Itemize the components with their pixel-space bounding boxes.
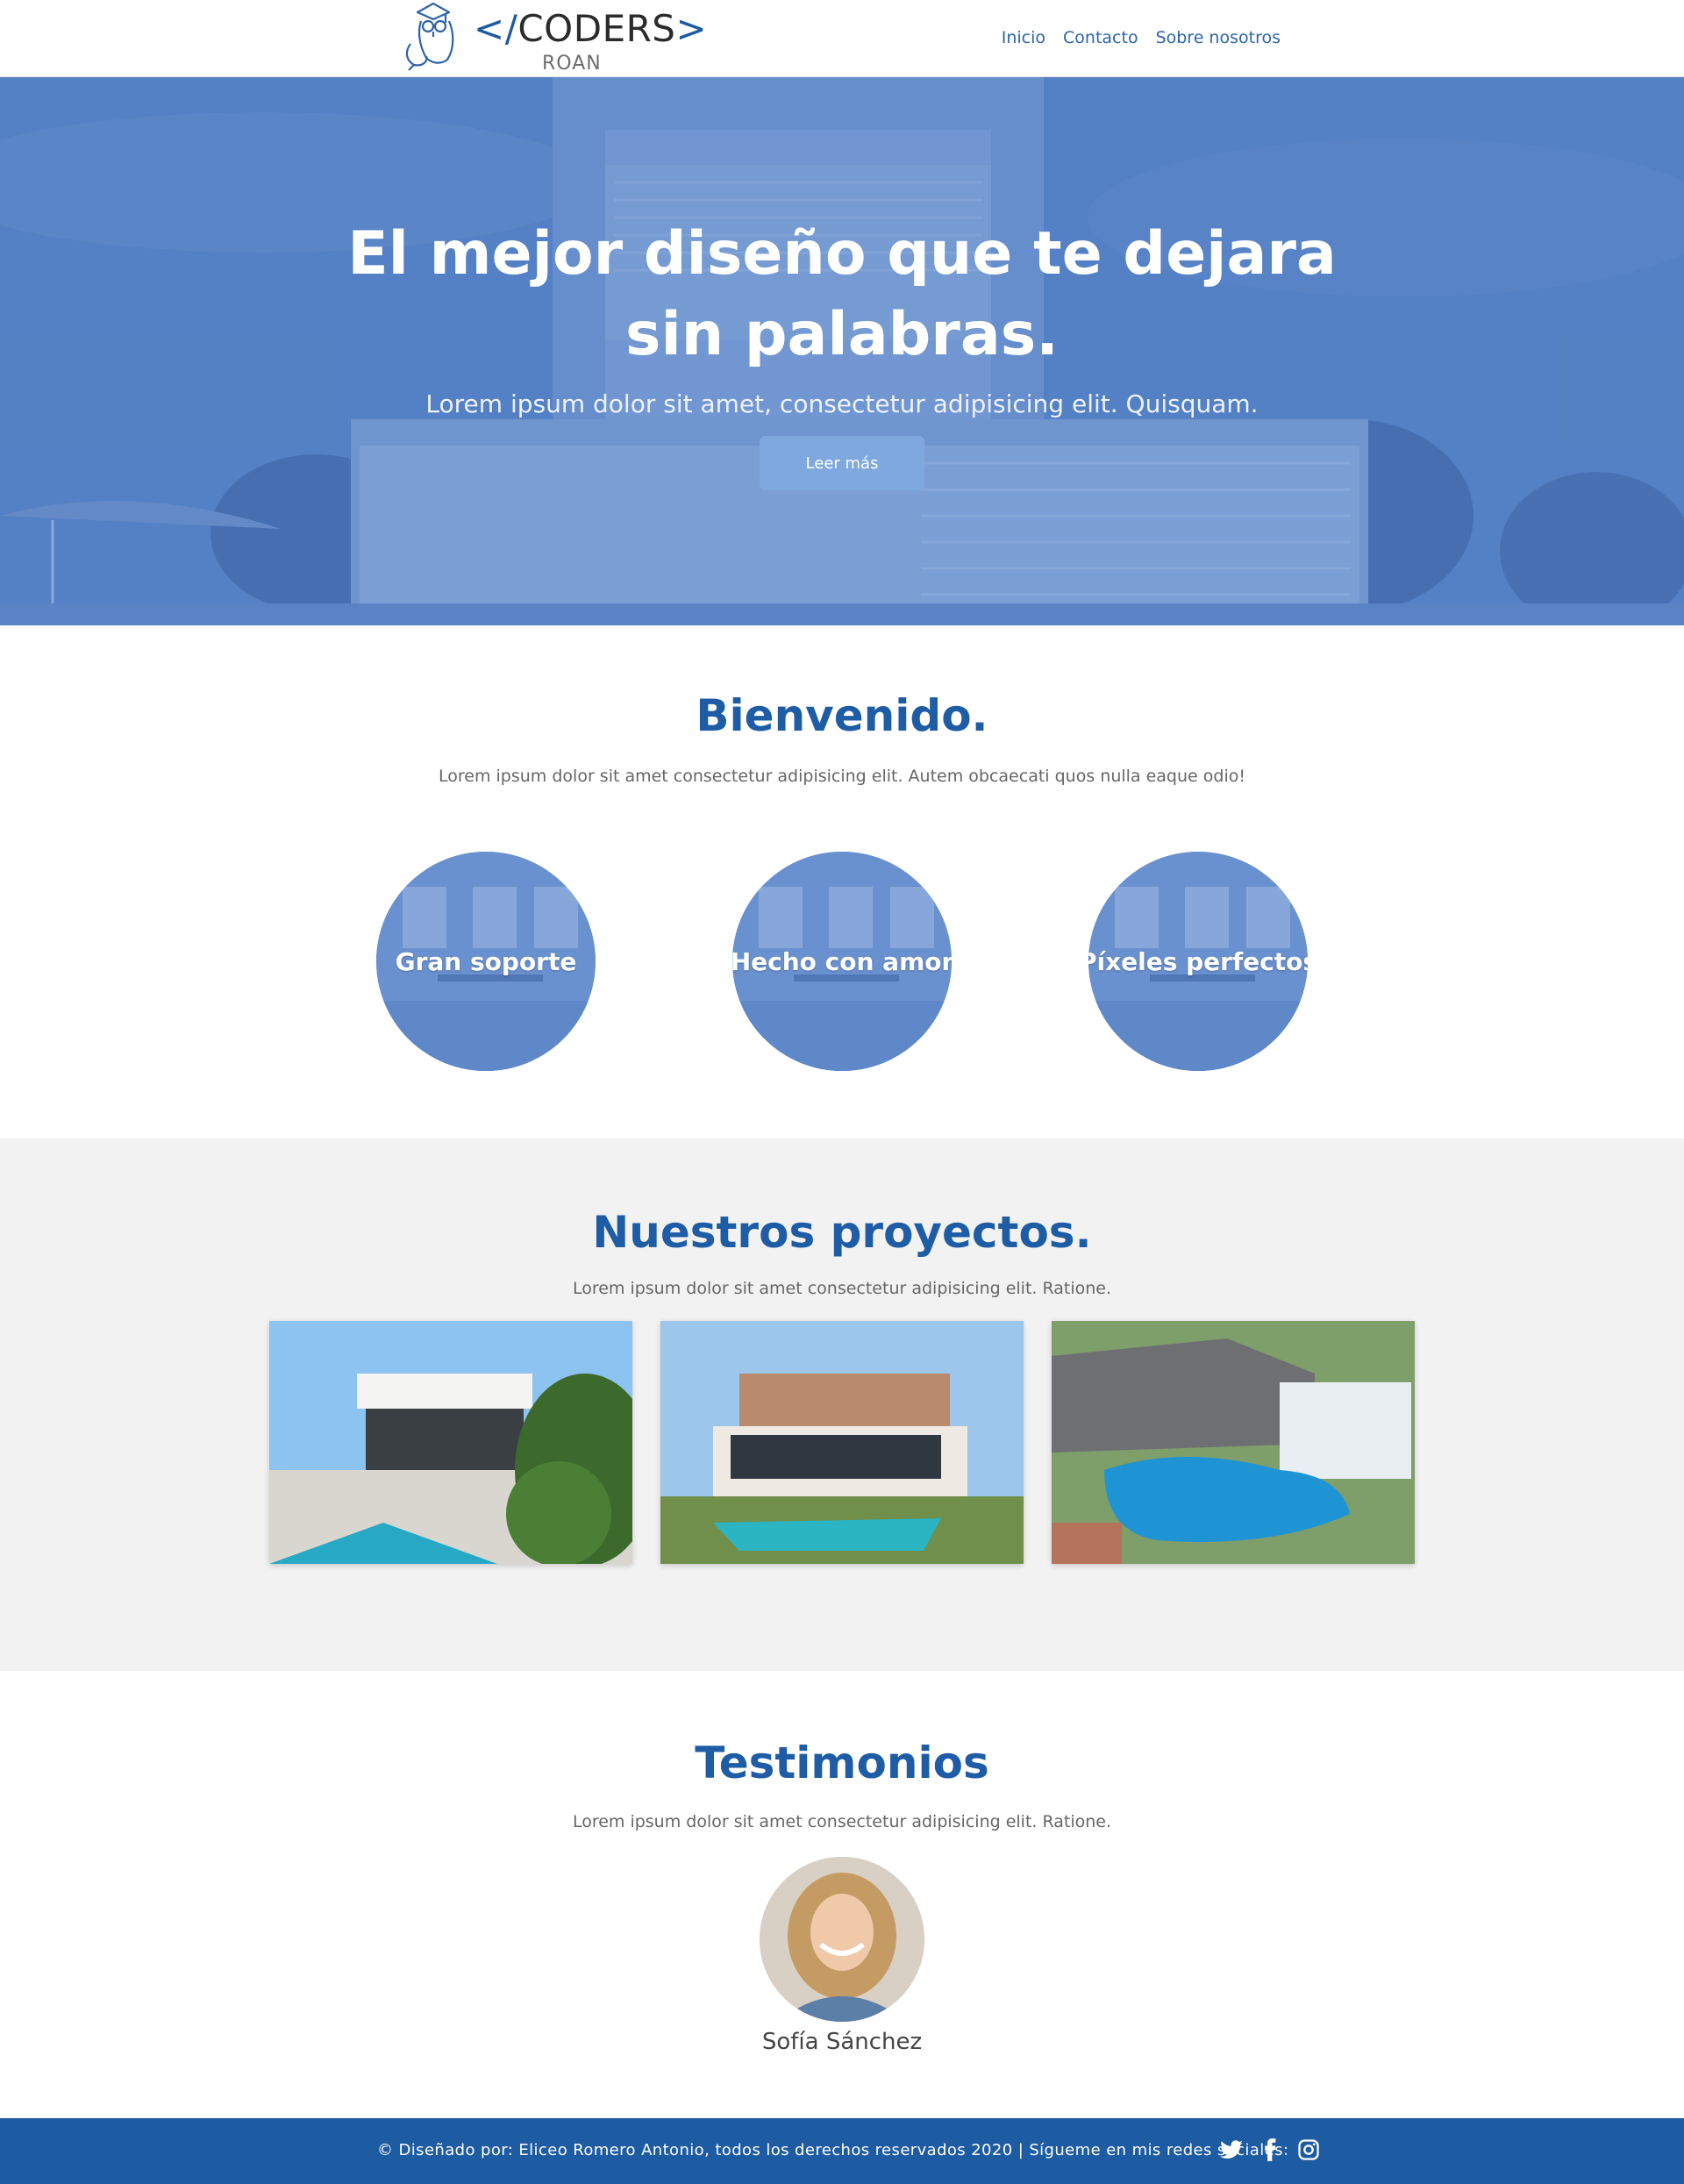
feature-gran-soporte[interactable]: Gran soporte (376, 852, 596, 1071)
project-card-2[interactable] (660, 1321, 1024, 1564)
footer-copyright: © Diseñado por: Eliceo Romero Antonio, t… (377, 2141, 1289, 2159)
welcome-section: Bienvenido. Lorem ipsum dolor sit amet c… (0, 625, 1684, 1138)
testimonials-section: Testimonios Lorem ipsum dolor sit amet c… (0, 1671, 1684, 2118)
welcome-subtitle: Lorem ipsum dolor sit amet consectetur a… (439, 767, 1245, 786)
projects-subtitle: Lorem ipsum dolor sit amet consectetur a… (572, 1279, 1112, 1298)
feature-label: Píxeles perfectos (1088, 946, 1308, 976)
feature-pixeles-perfectos[interactable]: Píxeles perfectos (1088, 852, 1308, 1071)
main-menu: Inicio Contacto Sobre nosotros (1002, 28, 1281, 47)
hero-subtitle: Lorem ipsum dolor sit amet, consectetur … (425, 389, 1259, 418)
site-logo[interactable]: </CODERS> ROAN (400, 0, 707, 77)
hero-title: El mejor diseño que te dejara sin palabr… (347, 219, 1337, 369)
testimonials-title: Testimonios (695, 1738, 989, 1788)
project-image-modern-house (660, 1321, 1024, 1564)
logo-bracket-open: </ (474, 7, 518, 50)
nav-link-contacto[interactable]: Contacto (1063, 28, 1138, 47)
welcome-title: Bienvenido. (696, 690, 988, 741)
facebook-icon[interactable] (1258, 2138, 1282, 2162)
feature-hecho-con-amor[interactable]: Hecho con amor (732, 852, 952, 1071)
project-card-1[interactable] (269, 1321, 632, 1564)
site-footer: © Diseñado por: Eliceo Romero Antonio, t… (0, 2118, 1684, 2184)
project-image-villa-pool (269, 1321, 632, 1564)
social-links (1219, 2138, 1321, 2162)
projects-title: Nuestros proyectos. (592, 1207, 1092, 1258)
feature-label: Gran soporte (395, 946, 577, 976)
avatar-photo (760, 1857, 924, 2022)
read-more-button[interactable]: Leer más (760, 436, 924, 490)
testimonial-name: Sofía Sánchez (761, 2029, 923, 2055)
owl-logo-icon (405, 2, 454, 71)
logo-subtitle: ROAN (542, 53, 602, 75)
logo-wordmark: </CODERS> (474, 11, 707, 47)
top-navbar: </CODERS> ROAN Inicio Contacto Sobre nos… (0, 0, 1684, 77)
project-image-pool-villa (1052, 1321, 1415, 1564)
instagram-icon[interactable] (1296, 2138, 1321, 2162)
nav-link-sobre-nosotros[interactable]: Sobre nosotros (1156, 28, 1281, 47)
projects-section: Nuestros proyectos. Lorem ipsum dolor si… (0, 1138, 1684, 1671)
testimonial-avatar (760, 1857, 924, 2022)
logo-bracket-close: > (675, 7, 708, 50)
testimonials-subtitle: Lorem ipsum dolor sit amet consectetur a… (572, 1812, 1112, 1831)
project-card-3[interactable] (1052, 1321, 1415, 1564)
logo-word: CODERS (517, 7, 676, 50)
feature-label: Hecho con amor (732, 946, 952, 976)
twitter-icon[interactable] (1219, 2138, 1244, 2162)
nav-link-inicio[interactable]: Inicio (1002, 28, 1045, 47)
hero-banner: El mejor diseño que te dejara sin palabr… (0, 77, 1684, 625)
